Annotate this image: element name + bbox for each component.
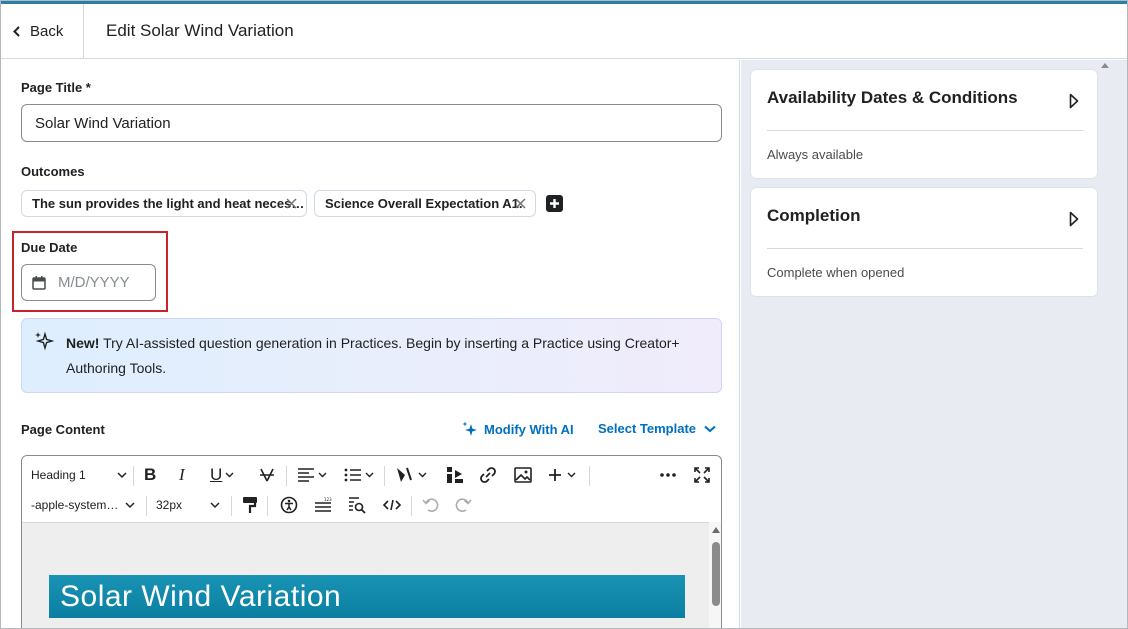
close-icon[interactable]	[285, 197, 298, 210]
toolbar-divider	[589, 466, 590, 486]
editor-content-area[interactable]: Solar Wind Variation	[22, 522, 709, 628]
due-date-label: Due Date	[21, 240, 78, 255]
list-icon[interactable]	[344, 464, 376, 486]
modify-with-ai-button[interactable]: Modify With AI	[462, 421, 574, 438]
page-header: Back Edit Solar Wind Variation	[1, 4, 1127, 59]
creator-plus-icon[interactable]	[395, 464, 429, 486]
scroll-up-arrow-icon[interactable]	[712, 527, 720, 533]
outcomes-label: Outcomes	[21, 164, 85, 179]
outcome-chip-label: Science Overall Expectation A1.	[325, 196, 523, 211]
svg-text:123: 123	[324, 497, 332, 502]
chevron-down-icon	[117, 472, 127, 479]
editor-toolbar-row-1: Heading 1 B I U	[22, 460, 721, 490]
font-family-select[interactable]: -apple-system…	[31, 494, 135, 516]
underline-icon[interactable]: U	[210, 464, 242, 486]
completion-card[interactable]: Completion Complete when opened	[750, 187, 1098, 297]
completion-status: Complete when opened	[767, 265, 905, 280]
alert-new-label: New!	[66, 335, 100, 351]
page-title-label: Page Title *	[21, 80, 91, 95]
fullscreen-icon[interactable]	[694, 464, 710, 486]
chevron-down-icon	[704, 425, 716, 432]
app-window: Back Edit Solar Wind Variation Page Titl…	[0, 0, 1128, 629]
rich-text-editor: Heading 1 B I U -apple-system… 32px 123 …	[21, 455, 722, 628]
undo-icon[interactable]	[422, 494, 440, 516]
page-content-label: Page Content	[21, 422, 105, 437]
toolbar-divider	[286, 466, 287, 486]
block-format-value: Heading 1	[31, 468, 86, 482]
content-heading-banner: Solar Wind Variation	[49, 575, 685, 618]
editor-scrollbar[interactable]	[709, 522, 721, 628]
align-icon[interactable]	[297, 464, 329, 486]
toolbar-divider	[384, 466, 385, 486]
due-date-placeholder: M/D/YYYY	[58, 274, 130, 291]
select-template-button[interactable]: Select Template	[598, 421, 716, 436]
chevron-left-icon	[13, 26, 20, 37]
back-button[interactable]: Back	[1, 4, 84, 59]
close-icon[interactable]	[514, 197, 527, 210]
word-count-icon[interactable]: 123	[314, 494, 332, 516]
select-template-label: Select Template	[598, 421, 697, 436]
chevron-down-icon	[210, 502, 220, 509]
more-icon[interactable]	[659, 464, 677, 486]
insert-icon[interactable]	[548, 464, 580, 486]
completion-title: Completion	[767, 206, 861, 225]
toolbar-divider	[133, 466, 134, 486]
sidebar-scrollbar[interactable]	[1099, 60, 1111, 628]
outcome-chip-label: The sun provides the light and heat nece…	[32, 196, 305, 211]
bold-icon[interactable]: B	[144, 464, 156, 486]
sparkle-icon	[462, 421, 477, 436]
font-size-select[interactable]: 32px	[156, 494, 220, 516]
format-painter-icon[interactable]	[242, 494, 258, 516]
font-family-value: -apple-system…	[31, 498, 119, 512]
toolbar-divider	[231, 496, 232, 516]
sparkle-icon	[35, 331, 54, 351]
image-icon[interactable]	[514, 464, 532, 486]
back-label: Back	[30, 23, 64, 40]
card-divider	[767, 130, 1083, 131]
italic-icon[interactable]: I	[179, 464, 185, 486]
scroll-up-arrow-icon[interactable]	[1101, 63, 1109, 68]
page-title-value: Solar Wind Variation	[35, 114, 171, 132]
add-outcome-plus-icon[interactable]	[546, 195, 563, 212]
accessibility-icon[interactable]	[280, 494, 298, 516]
text-color-icon[interactable]	[258, 464, 278, 486]
toolbar-divider	[267, 496, 268, 516]
source-code-icon[interactable]	[383, 494, 401, 516]
calendar-icon	[32, 275, 46, 290]
alert-text: New! Try AI-assisted question generation…	[66, 331, 716, 381]
ai-info-alert: New! Try AI-assisted question generation…	[21, 318, 722, 393]
page-title: Edit Solar Wind Variation	[106, 21, 294, 40]
expand-triangle-icon[interactable]	[1069, 211, 1079, 227]
availability-title: Availability Dates & Conditions	[767, 88, 1018, 107]
availability-card[interactable]: Availability Dates & Conditions Always a…	[750, 69, 1098, 179]
chevron-down-icon	[125, 502, 135, 509]
page-title-input[interactable]: Solar Wind Variation	[21, 104, 722, 142]
block-format-select[interactable]: Heading 1	[31, 464, 127, 486]
editor-toolbar-row-2: -apple-system… 32px 123	[22, 490, 721, 520]
font-size-value: 32px	[156, 498, 183, 512]
link-icon[interactable]	[479, 464, 497, 486]
outcome-chip[interactable]: The sun provides the light and heat nece…	[21, 190, 307, 217]
expand-triangle-icon[interactable]	[1069, 93, 1079, 109]
outcome-chip[interactable]: Science Overall Expectation A1.	[314, 190, 536, 217]
redo-icon[interactable]	[454, 494, 472, 516]
modify-with-ai-label: Modify With AI	[484, 422, 574, 437]
toolbar-divider	[146, 496, 147, 516]
toolbar-divider	[411, 496, 412, 516]
scroll-thumb[interactable]	[712, 542, 720, 606]
find-replace-icon[interactable]	[348, 494, 366, 516]
due-date-input[interactable]: M/D/YYYY	[21, 264, 156, 301]
availability-status: Always available	[767, 147, 864, 162]
media-library-icon[interactable]	[446, 464, 464, 486]
alert-message: Try AI-assisted question generation in P…	[66, 335, 680, 376]
card-divider	[767, 248, 1083, 249]
